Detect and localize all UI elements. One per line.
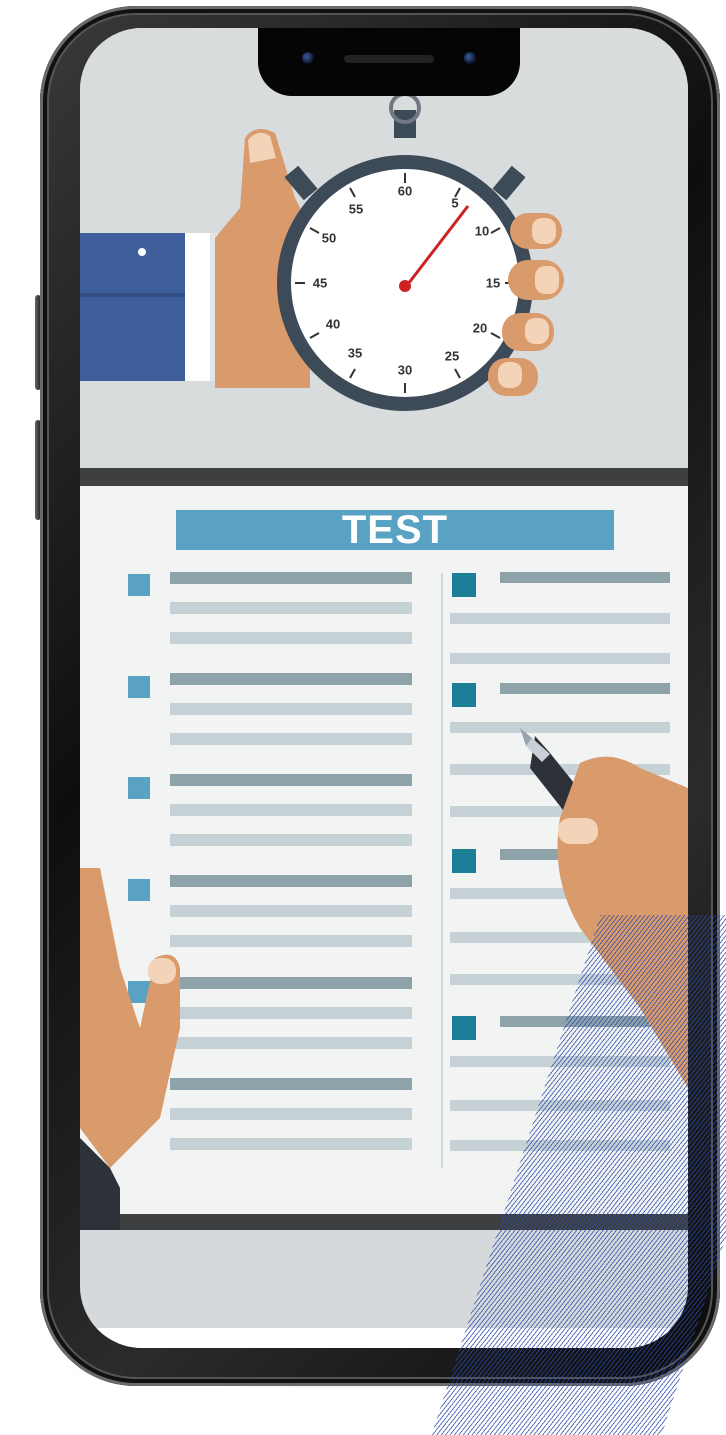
phone-notch bbox=[258, 28, 520, 96]
clipboard-top-bar bbox=[80, 468, 688, 486]
dial-number: 55 bbox=[348, 201, 364, 217]
camera-icon bbox=[302, 52, 314, 64]
dial-number: 45 bbox=[312, 275, 328, 291]
dial-number: 5 bbox=[451, 195, 459, 211]
dial-number: 20 bbox=[472, 320, 488, 336]
dial-number: 60 bbox=[397, 183, 413, 199]
dial-number: 35 bbox=[347, 345, 363, 361]
dial-number: 25 bbox=[444, 348, 460, 364]
dial-number: 50 bbox=[321, 230, 337, 246]
dial-number: 40 bbox=[325, 316, 341, 332]
dial-number: 10 bbox=[474, 223, 490, 239]
speaker-grille bbox=[344, 55, 434, 63]
dial-number: 30 bbox=[397, 362, 413, 378]
test-title: TEST bbox=[176, 510, 614, 550]
sensor-icon bbox=[464, 52, 476, 64]
dial-number: 15 bbox=[485, 275, 501, 291]
